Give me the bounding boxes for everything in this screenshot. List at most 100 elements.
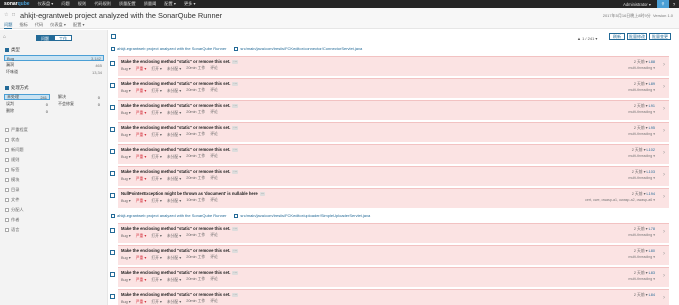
mode-issues-button[interactable]: 问题 (36, 35, 54, 41)
issue-type[interactable]: Bug ▾ (121, 198, 131, 204)
issue-status[interactable]: 打开 ▾ (151, 277, 162, 283)
issue-severity[interactable]: 严重 ▾ (136, 66, 147, 72)
issue-tags[interactable]: multi-threading ▾ (628, 176, 655, 180)
more-icon[interactable]: ··· (232, 60, 238, 64)
nav-rules[interactable]: 规则 (78, 1, 86, 7)
issue-status[interactable]: 打开 ▾ (151, 233, 162, 239)
issue-effort[interactable]: 20min 工作 (186, 110, 205, 116)
chevron-right-icon[interactable]: › (663, 251, 665, 257)
issue-line[interactable]: L83 (649, 271, 655, 275)
nav-quality-gates[interactable]: 质量阈 (144, 1, 157, 7)
issue-checkbox[interactable] (110, 105, 115, 110)
issue-severity[interactable]: 严重 ▾ (136, 110, 147, 116)
tab-code[interactable]: 代码 (35, 22, 43, 29)
issue-comment[interactable]: 评论 (210, 66, 218, 72)
facet-resolution-unresolved[interactable]: 未处理 241 (4, 94, 50, 100)
chevron-right-icon[interactable]: › (663, 128, 665, 134)
issue-line[interactable]: L194 (647, 192, 655, 196)
nav-dashboards[interactable]: 仪表盘 ▾ (38, 1, 54, 7)
issue-assignee[interactable]: 未分配 ▾ (167, 110, 181, 116)
issue-type[interactable]: Bug ▾ (121, 66, 131, 72)
issue-age[interactable]: 2 天前 ▾ (634, 82, 648, 86)
issue-checkbox[interactable] (110, 250, 115, 255)
issue-checkbox[interactable] (110, 193, 115, 198)
issue-age[interactable]: 2 天前 ▾ (632, 192, 646, 196)
issue-type[interactable]: Bug ▾ (121, 255, 131, 261)
issue-severity[interactable]: 严重 ▾ (136, 88, 147, 94)
more-icon[interactable]: ··· (259, 192, 266, 196)
chevron-right-icon[interactable]: › (663, 229, 665, 235)
more-icon[interactable]: ··· (232, 293, 238, 297)
issue-type[interactable]: Bug ▾ (121, 132, 131, 138)
facet-type-vulnerability[interactable]: 漏洞 465 (4, 62, 104, 68)
more-icon[interactable]: ··· (232, 104, 238, 108)
bulk-change-button[interactable]: 批量修改 (627, 33, 647, 40)
search-button[interactable]: ⚲ (657, 0, 669, 8)
reload-button[interactable]: 刷新 (609, 33, 625, 40)
issue-age[interactable]: 2 天前 ▾ (632, 148, 646, 152)
issue-assignee[interactable]: 未分配 ▾ (167, 198, 181, 204)
sonarqube-logo[interactable]: sonarqube (4, 1, 30, 7)
issue-assignee[interactable]: 未分配 ▾ (167, 299, 181, 305)
issue-checkbox[interactable] (110, 171, 115, 176)
issue-age[interactable]: 2 天前 ▾ (634, 60, 648, 64)
issue-age[interactable]: 2 天前 ▾ (634, 227, 648, 231)
issue-line[interactable]: L103 (647, 170, 655, 174)
issue-row[interactable]: NullPointerException might be thrown as … (110, 188, 669, 208)
issue-checkbox[interactable] (110, 61, 115, 66)
facet-status[interactable]: 状态 (5, 137, 19, 143)
issue-assignee[interactable]: 未分配 ▾ (167, 132, 181, 138)
tab-issues[interactable]: 问题 (4, 22, 13, 29)
issue-message[interactable]: Make the enclosing method "static" or re… (121, 103, 230, 108)
more-icon[interactable]: ··· (232, 82, 238, 86)
issue-row[interactable]: Make the enclosing method "static" or re… (110, 166, 669, 186)
issue-status[interactable]: 打开 ▾ (151, 154, 162, 160)
tab-settings[interactable]: 配置 ▾ (73, 22, 85, 29)
facet-language[interactable]: 语言 (5, 227, 19, 233)
facet-files[interactable]: 文件 (5, 197, 19, 203)
issue-message[interactable]: Make the enclosing method "static" or re… (121, 81, 230, 86)
issue-severity[interactable]: 严重 ▾ (136, 154, 147, 160)
chevron-right-icon[interactable]: › (663, 172, 665, 178)
issue-tags[interactable]: multi-threading ▾ (628, 66, 655, 70)
facet-modules[interactable]: 模块 (5, 177, 19, 183)
issue-type[interactable]: Bug ▾ (121, 176, 131, 182)
chevron-right-icon[interactable]: › (663, 150, 665, 156)
issue-type[interactable]: Bug ▾ (121, 154, 131, 160)
issue-assignee[interactable]: 未分配 ▾ (167, 88, 181, 94)
chevron-right-icon[interactable]: › (663, 62, 665, 68)
issue-status[interactable]: 打开 ▾ (151, 110, 162, 116)
issue-message[interactable]: Make the enclosing method "static" or re… (121, 147, 230, 152)
select-all-checkbox[interactable] (111, 34, 116, 39)
facet-rules[interactable]: 规则 (5, 157, 19, 163)
issue-tags[interactable]: cert, cwe, owasp-a1, owasp-a2, owasp-a6 … (585, 198, 655, 202)
more-icon[interactable]: ··· (232, 126, 238, 130)
home-icon[interactable]: ⌂ (3, 34, 6, 40)
facet-tags[interactable]: 标签 (5, 167, 19, 173)
more-icon[interactable]: ··· (232, 148, 238, 152)
component-project[interactable]: ahkjt-egrantweb project analyzed with th… (117, 213, 226, 218)
issue-message[interactable]: Make the enclosing method "static" or re… (121, 125, 230, 130)
issue-checkbox[interactable] (110, 272, 115, 277)
component-path[interactable]: src/main/java/com/iresiis/FCKeditor/uplo… (240, 213, 370, 218)
star-icon[interactable]: ☆ (4, 13, 9, 18)
issue-row[interactable]: Make the enclosing method "static" or re… (110, 100, 669, 120)
issue-comment[interactable]: 评论 (210, 132, 218, 138)
facet-resolution-title[interactable]: 处理方式 (5, 85, 29, 91)
component-path[interactable]: src/main/java/com/iresiis/FCKeditor/conn… (240, 46, 362, 51)
issue-message[interactable]: Make the enclosing method "static" or re… (121, 59, 230, 64)
issue-effort[interactable]: 20min 工作 (186, 154, 205, 160)
issue-comment[interactable]: 评论 (210, 299, 218, 305)
issue-line[interactable]: L91 (649, 104, 655, 108)
facet-resolution-removed[interactable]: 删除 0 (4, 108, 50, 114)
issue-line[interactable]: L78 (649, 227, 655, 231)
issue-comment[interactable]: 评论 (210, 154, 218, 160)
issue-assignee[interactable]: 未分配 ▾ (167, 154, 181, 160)
issue-age[interactable]: 2 天前 ▾ (634, 293, 648, 297)
issue-severity[interactable]: 严重 ▾ (136, 277, 147, 283)
issue-row[interactable]: Make the enclosing method "static" or re… (110, 245, 669, 265)
facet-directories[interactable]: 目录 (5, 187, 19, 193)
issue-row[interactable]: Make the enclosing method "static" or re… (110, 56, 669, 76)
more-icon[interactable]: ··· (232, 271, 238, 275)
issue-message[interactable]: Make the enclosing method "static" or re… (121, 169, 230, 174)
